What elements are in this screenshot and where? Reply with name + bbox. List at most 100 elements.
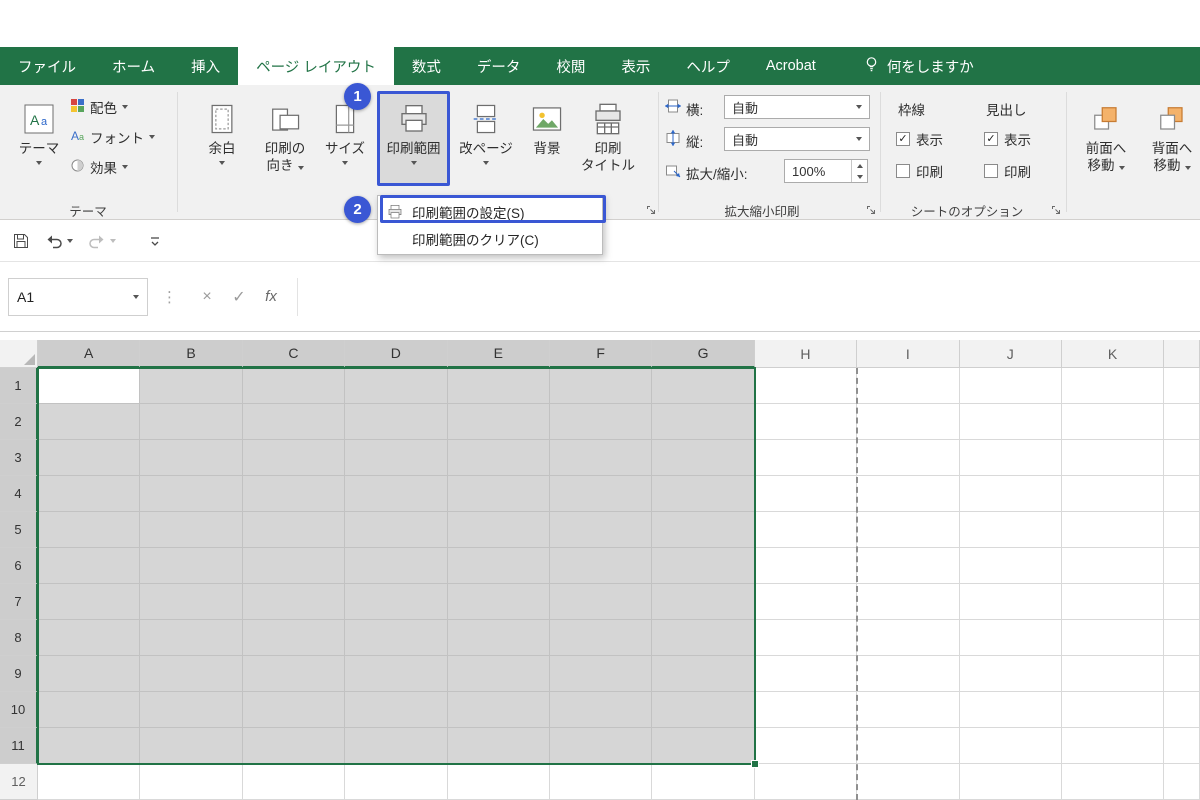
cell-I11[interactable] [857,728,959,764]
row-header-3[interactable]: 3 [0,440,38,476]
column-header-F[interactable]: F [550,340,652,368]
cell-I2[interactable] [857,404,959,440]
tab-file[interactable]: ファイル [0,47,94,85]
cell-F4[interactable] [550,476,652,512]
cell-C10[interactable] [243,692,345,728]
cell-G11[interactable] [652,728,754,764]
row-header-4[interactable]: 4 [0,476,38,512]
theme-fonts-button[interactable]: Aa フォント [70,125,155,149]
cell-K1[interactable] [1062,368,1164,404]
tab-page-layout[interactable]: ページ レイアウト [238,47,394,85]
tab-home[interactable]: ホーム [94,47,173,85]
row-header-10[interactable]: 10 [0,692,38,728]
cell-A8[interactable] [38,620,140,656]
cell-E2[interactable] [448,404,550,440]
breaks-button[interactable]: 改ページ [456,92,516,186]
cell-G9[interactable] [652,656,754,692]
cell-B10[interactable] [140,692,242,728]
cell-J2[interactable] [960,404,1062,440]
cell-C1[interactable] [243,368,345,404]
cell-D2[interactable] [345,404,447,440]
cell-A4[interactable] [38,476,140,512]
cell-A1[interactable] [38,368,140,404]
cell-C11[interactable] [243,728,345,764]
cell-A2[interactable] [38,404,140,440]
cell-D7[interactable] [345,584,447,620]
background-button[interactable]: 背景 [522,92,572,186]
insert-function-button[interactable]: fx [255,288,287,305]
cell-A6[interactable] [38,548,140,584]
column-header-A[interactable]: A [38,340,140,368]
cell-B5[interactable] [140,512,242,548]
cell-J7[interactable] [960,584,1062,620]
cell-E1[interactable] [448,368,550,404]
formula-bar-splitter[interactable]: ⋮ [162,288,177,306]
cell-A9[interactable] [38,656,140,692]
cell-K11[interactable] [1062,728,1164,764]
cell-I6[interactable] [857,548,959,584]
cell-A12[interactable] [38,764,140,800]
column-header-E[interactable]: E [448,340,550,368]
row-header-8[interactable]: 8 [0,620,38,656]
cell-J11[interactable] [960,728,1062,764]
cancel-icon[interactable]: × [191,288,223,306]
theme-effects-button[interactable]: 効果 [70,155,128,179]
row-header-9[interactable]: 9 [0,656,38,692]
cell-E7[interactable] [448,584,550,620]
cell-H5[interactable] [755,512,857,548]
tab-review[interactable]: 校閲 [538,47,603,85]
cell-G2[interactable] [652,404,754,440]
cell-D12[interactable] [345,764,447,800]
cell-E12[interactable] [448,764,550,800]
cell-H9[interactable] [755,656,857,692]
scale-height-dropdown[interactable]: 自動 [724,127,870,151]
tab-formulas[interactable]: 数式 [394,47,459,85]
send-backward-button[interactable]: 背面へ 移動 [1144,92,1200,186]
cell-J3[interactable] [960,440,1062,476]
cell-G4[interactable] [652,476,754,512]
cell-I7[interactable] [857,584,959,620]
column-header-H[interactable]: H [755,340,857,368]
cell-J1[interactable] [960,368,1062,404]
cell-B12[interactable] [140,764,242,800]
cell-K2[interactable] [1062,404,1164,440]
name-box[interactable]: A1 [8,278,148,316]
cell-C3[interactable] [243,440,345,476]
orientation-button[interactable]: 印刷の 向き [254,92,316,186]
row-header-5[interactable]: 5 [0,512,38,548]
cell-B9[interactable] [140,656,242,692]
cell-J4[interactable] [960,476,1062,512]
spinner-up-button[interactable] [852,160,867,171]
page-setup-dialog-launcher[interactable] [646,203,658,215]
column-header-I[interactable]: I [857,340,959,368]
cell-I3[interactable] [857,440,959,476]
column-header-B[interactable]: B [140,340,242,368]
scale-dialog-launcher[interactable] [866,203,878,215]
tab-acrobat[interactable]: Acrobat [748,47,834,85]
cell-C5[interactable] [243,512,345,548]
cell-A3[interactable] [38,440,140,476]
cell-J10[interactable] [960,692,1062,728]
cell-H8[interactable] [755,620,857,656]
cell-A11[interactable] [38,728,140,764]
cell-F6[interactable] [550,548,652,584]
tab-help[interactable]: ヘルプ [668,47,748,85]
cell-H1[interactable] [755,368,857,404]
cell-H6[interactable] [755,548,857,584]
row-header-1[interactable]: 1 [0,368,38,404]
cell-G7[interactable] [652,584,754,620]
cell-K3[interactable] [1062,440,1164,476]
cell-H11[interactable] [755,728,857,764]
column-header-C[interactable]: C [243,340,345,368]
cell-H4[interactable] [755,476,857,512]
cell-J8[interactable] [960,620,1062,656]
cell-E11[interactable] [448,728,550,764]
enter-icon[interactable]: ✓ [223,287,255,307]
select-all-corner[interactable] [0,340,38,368]
cell-F8[interactable] [550,620,652,656]
cell-D6[interactable] [345,548,447,584]
cell-E5[interactable] [448,512,550,548]
cell-B2[interactable] [140,404,242,440]
scale-width-dropdown[interactable]: 自動 [724,95,870,119]
cell-E9[interactable] [448,656,550,692]
